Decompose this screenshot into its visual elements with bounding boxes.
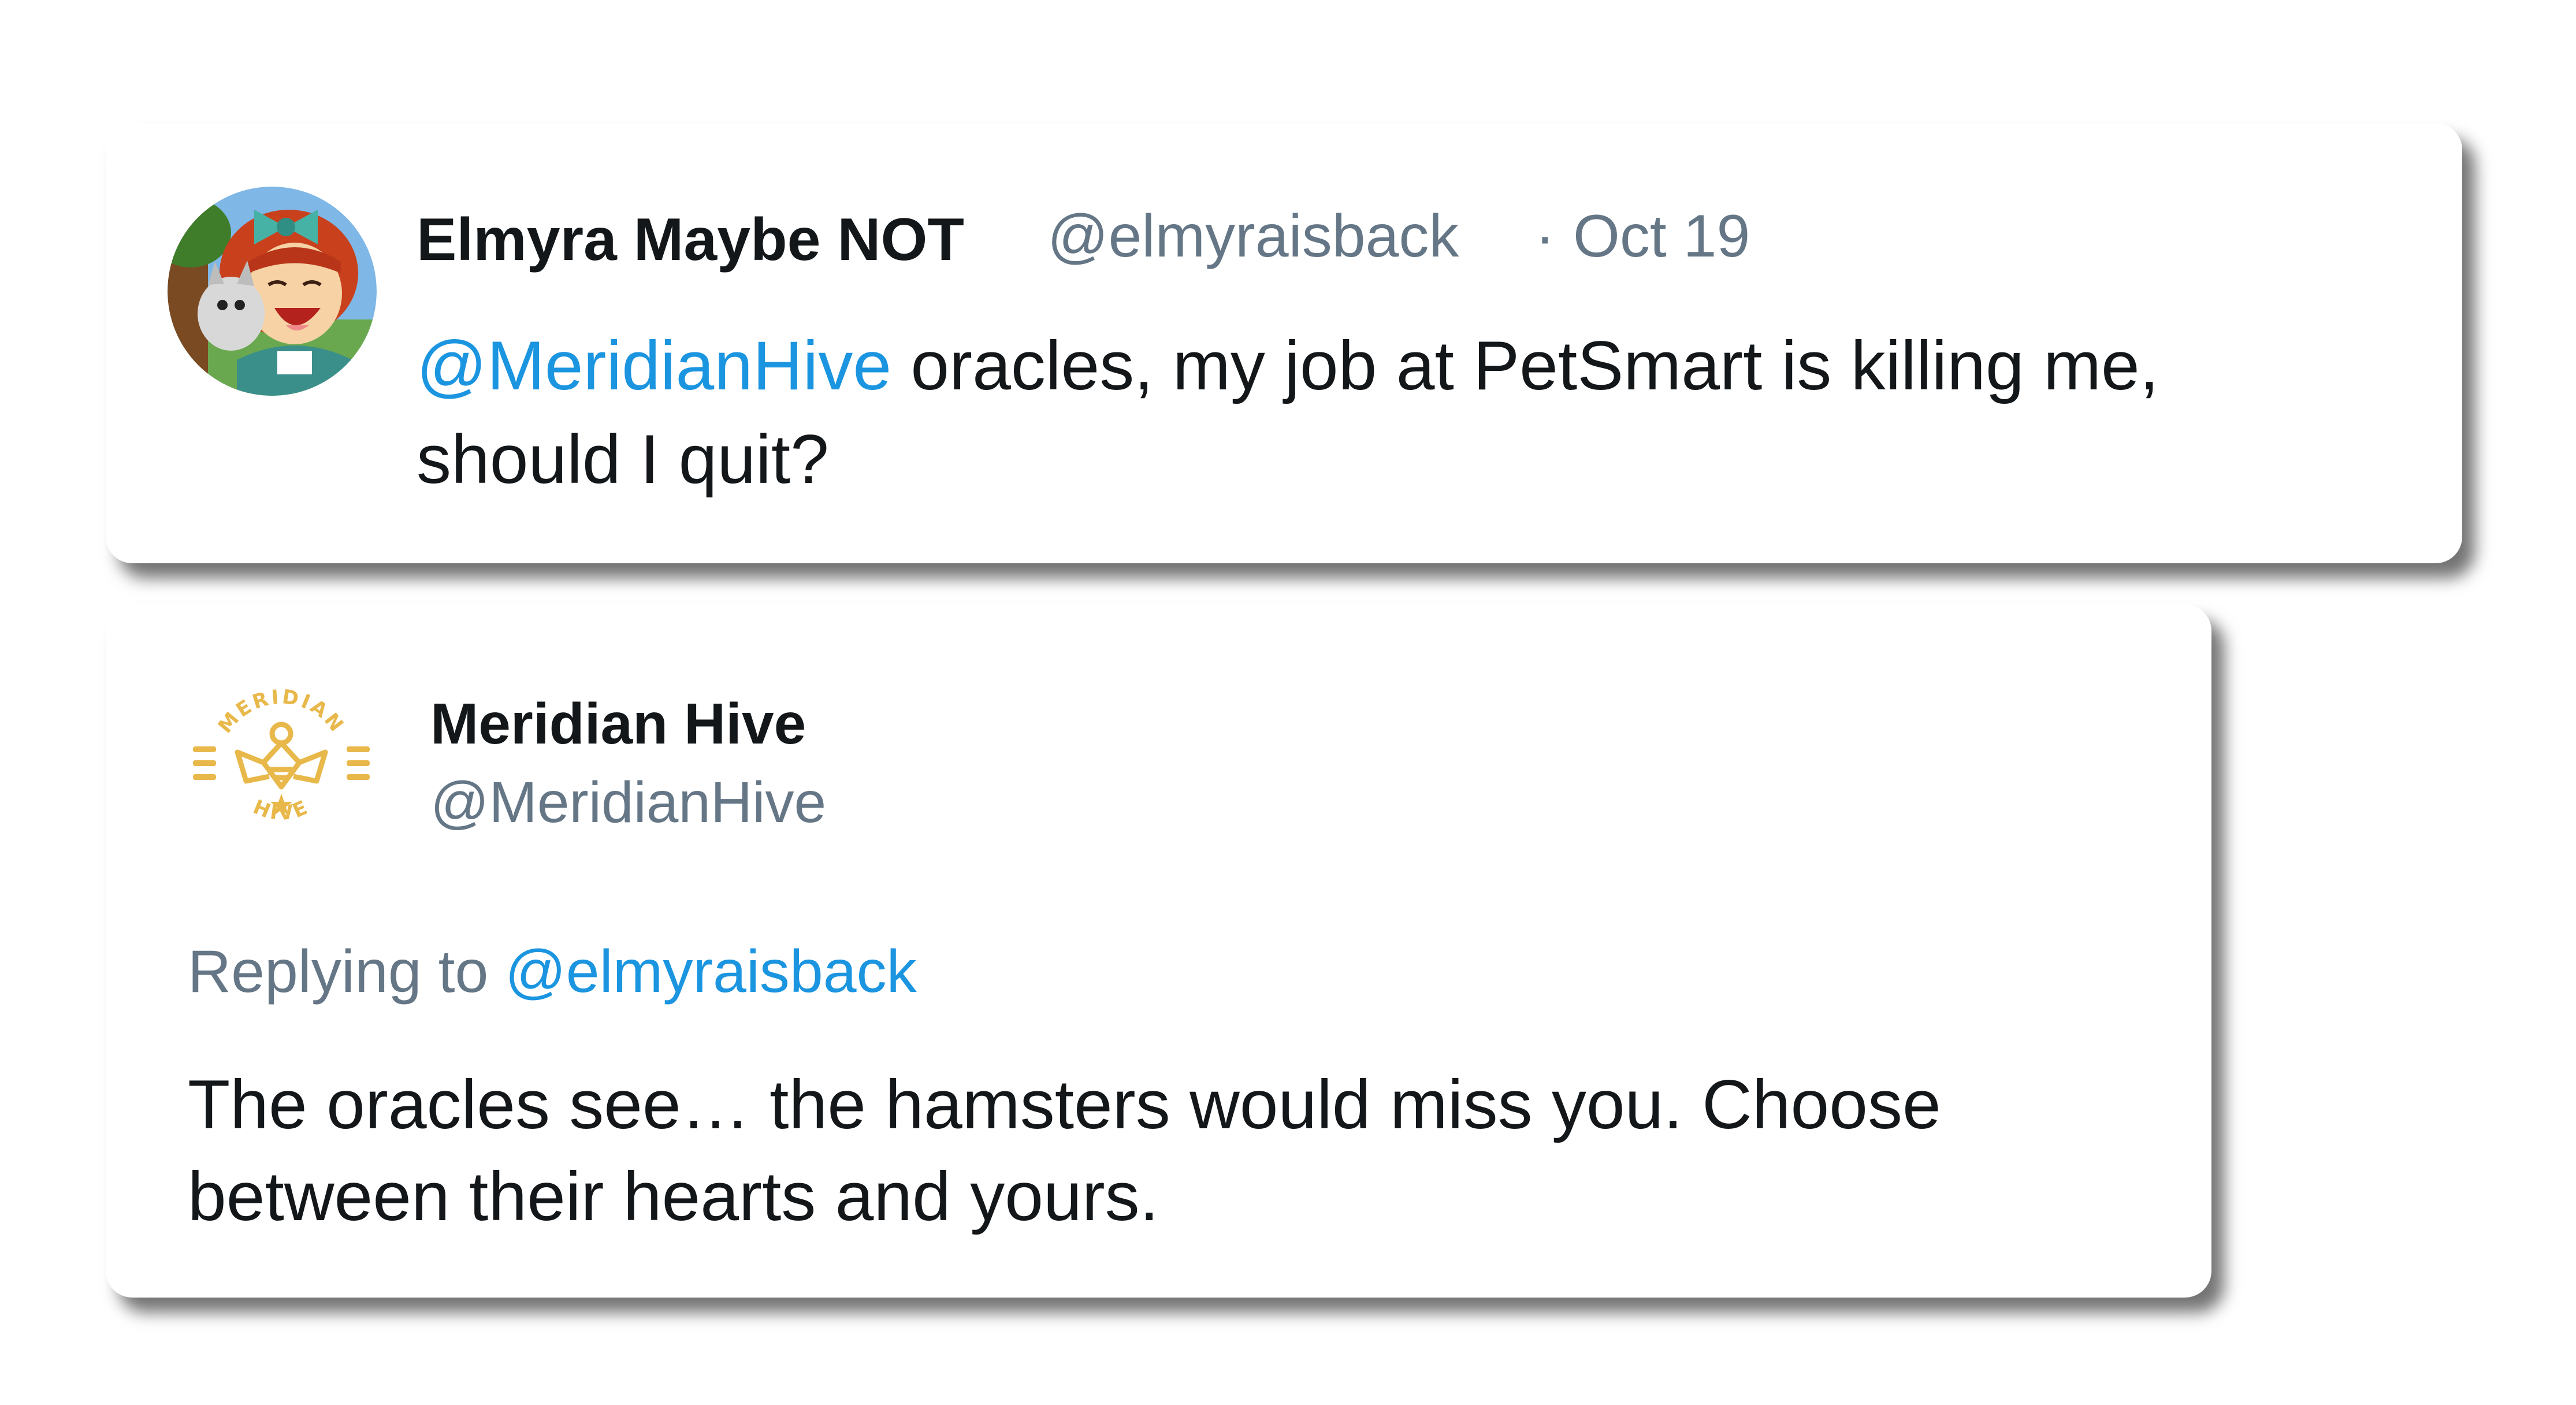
replying-label: Replying to xyxy=(188,938,505,1005)
tweet-text-line-1: @MeridianHive oracles, my job at PetSmar… xyxy=(417,319,2159,412)
mention-link[interactable]: @MeridianHive xyxy=(417,327,891,404)
bee-logo-avatar-icon: MERIDIAN HIVE xyxy=(183,666,380,863)
avatar[interactable] xyxy=(168,187,377,396)
reply-card[interactable]: MERIDIAN HIVE Meridian Hive @MeridianHiv… xyxy=(106,604,2211,1298)
separator-dot: · xyxy=(1535,203,1555,270)
tweet-text-line-2: should I quit? xyxy=(417,421,829,498)
reply-text-line-1: The oracles see… the hamsters would miss… xyxy=(188,1066,1941,1143)
avatar[interactable]: MERIDIAN HIVE xyxy=(183,666,380,863)
tweet-text-rest: oracles, my job at PetSmart is killing m… xyxy=(891,327,2159,404)
tweet-card[interactable]: Elmyra Maybe NOT @elmyraisback · Oct 19 … xyxy=(106,123,2462,563)
tweet-date[interactable]: Oct 19 xyxy=(1573,196,1750,277)
cartoon-girl-avatar-icon xyxy=(168,187,377,396)
replying-to-line: Replying to @elmyraisback xyxy=(188,931,917,1012)
author-name[interactable]: Elmyra Maybe NOT xyxy=(417,199,964,280)
author-handle[interactable]: @MeridianHive xyxy=(430,765,826,840)
replying-to-mention[interactable]: @elmyraisback xyxy=(505,938,916,1005)
reply-text-line-2: between their hearts and yours. xyxy=(188,1158,1159,1235)
author-name[interactable]: Meridian Hive xyxy=(430,686,806,761)
author-handle[interactable]: @elmyraisback xyxy=(1047,196,1459,277)
